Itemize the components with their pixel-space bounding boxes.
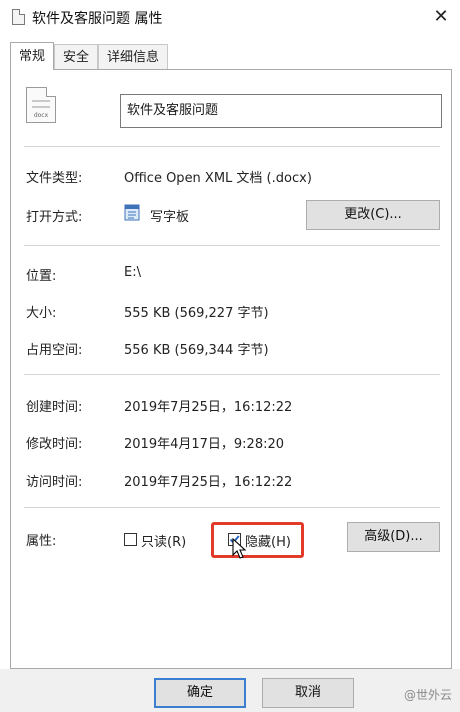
file-type-label: 文件类型:	[26, 171, 83, 186]
created-value: 2019年7月25日，16:12:22	[124, 400, 293, 415]
ok-button[interactable]: 确定	[154, 678, 246, 708]
modified-value: 2019年4月17日，9:28:20	[124, 437, 285, 452]
file-icon-ext: docx	[33, 112, 49, 119]
general-panel	[10, 69, 452, 669]
wordpad-icon	[124, 204, 140, 221]
accessed-label: 访问时间:	[26, 475, 83, 490]
divider	[24, 245, 440, 246]
title-bar: 软件及客服问题 属性 ✕	[0, 0, 460, 34]
advanced-button[interactable]: 高级(D)...	[347, 522, 440, 552]
tab-general[interactable]: 常规	[10, 42, 55, 70]
close-icon[interactable]: ✕	[430, 6, 452, 28]
readonly-checkbox[interactable]	[124, 533, 137, 546]
size-label: 大小:	[26, 306, 57, 321]
tab-details[interactable]: 详细信息	[98, 44, 169, 70]
docx-file-icon: docx	[26, 87, 56, 123]
modified-label: 修改时间:	[26, 437, 83, 452]
window-title: 软件及客服问题 属性	[32, 11, 163, 27]
disk-size-value: 556 KB (569,344 字节)	[124, 343, 269, 358]
attributes-label: 属性:	[26, 534, 57, 549]
tab-security[interactable]: 安全	[54, 44, 99, 70]
divider	[24, 146, 440, 147]
disk-size-label: 占用空间:	[26, 343, 83, 358]
location-label: 位置:	[26, 269, 57, 284]
opens-with-value: 写字板	[150, 210, 190, 225]
watermark: @世外云	[403, 688, 452, 702]
mouse-cursor-icon	[232, 538, 247, 559]
created-label: 创建时间:	[26, 400, 83, 415]
divider	[24, 507, 440, 508]
tab-strip: 常规 安全 详细信息	[10, 42, 169, 70]
size-value: 555 KB (569,227 字节)	[124, 306, 269, 321]
change-button[interactable]: 更改(C)...	[306, 200, 440, 230]
readonly-label[interactable]: 只读(R)	[141, 531, 186, 550]
accessed-value: 2019年7月25日，16:12:22	[124, 475, 293, 490]
document-icon	[12, 9, 25, 25]
opens-with-label: 打开方式:	[26, 210, 83, 225]
file-type-value: Office Open XML 文档 (.docx)	[124, 171, 312, 186]
cancel-button[interactable]: 取消	[262, 678, 354, 708]
highlight-box	[211, 522, 304, 558]
divider	[24, 374, 440, 375]
location-value: E:\	[124, 265, 141, 280]
file-name-input[interactable]: 软件及客服问题	[120, 94, 442, 128]
